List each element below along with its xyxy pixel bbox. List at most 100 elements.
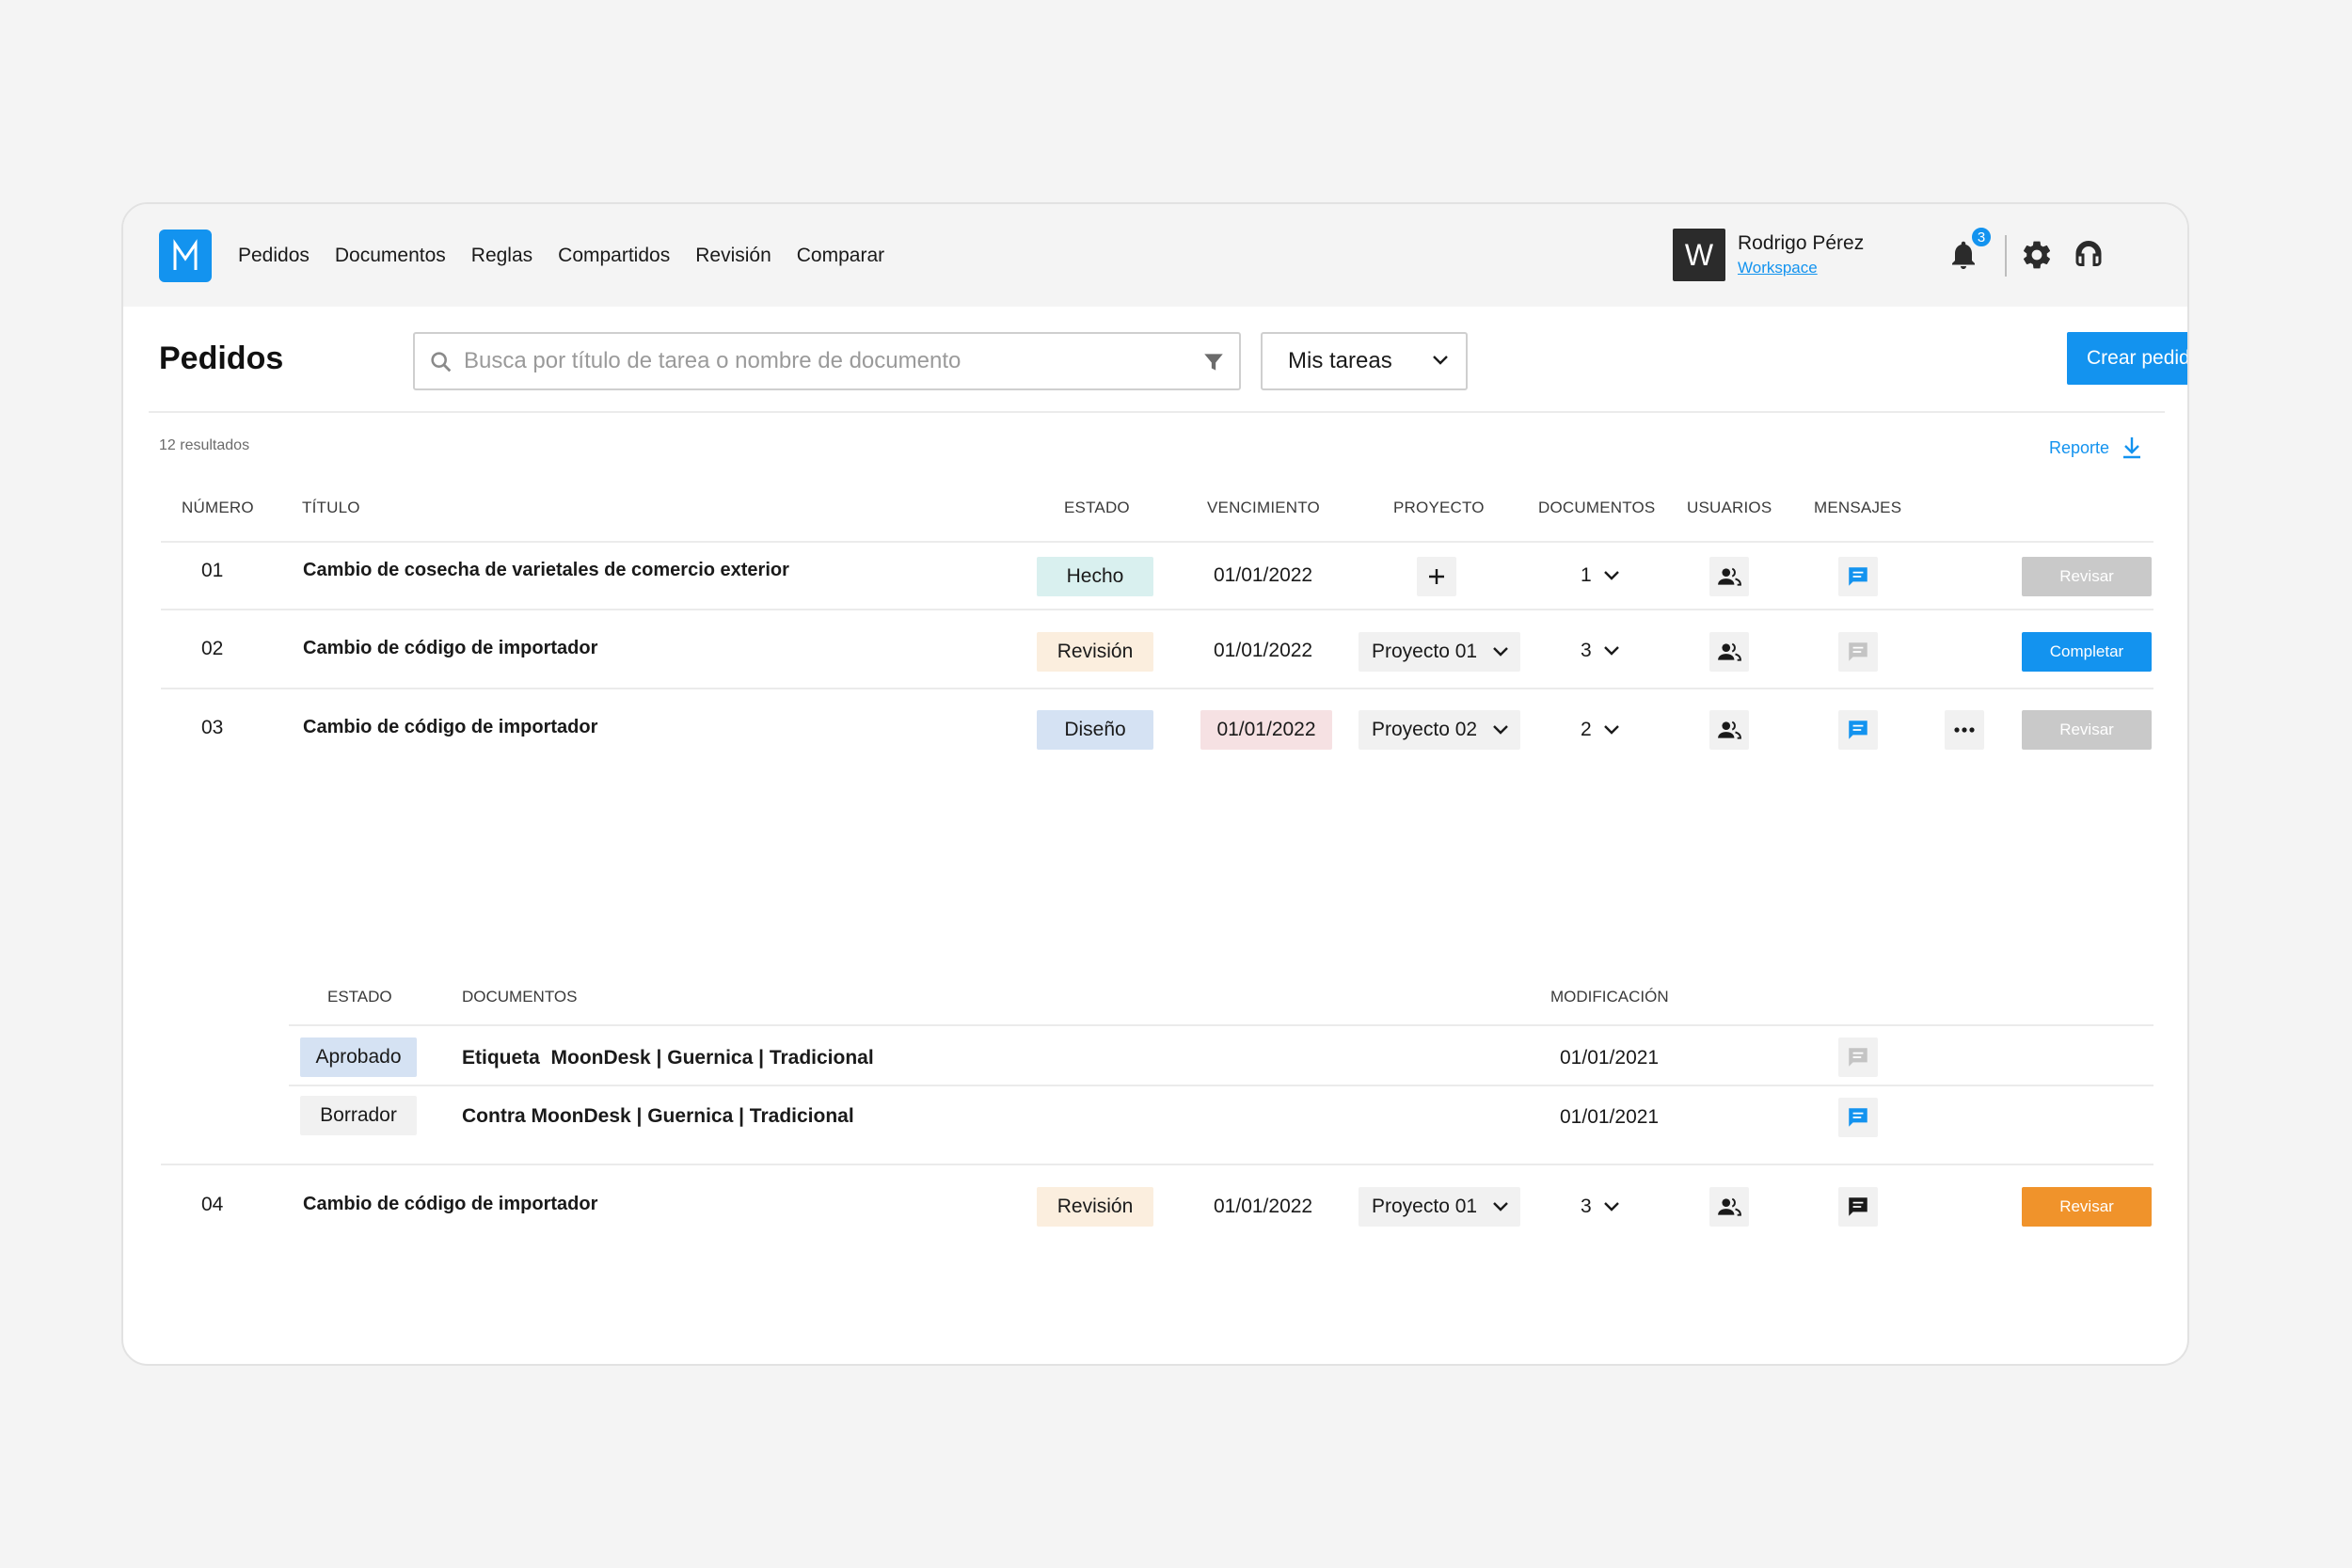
workspace-avatar[interactable]: W <box>1673 229 1725 281</box>
due-date: 01/01/2022 <box>1214 564 1313 586</box>
documents-count: 3 <box>1581 1196 1592 1217</box>
report-link[interactable]: Reporte <box>2049 436 2143 460</box>
status-badge: Revisión <box>1037 1187 1153 1227</box>
row-number: 01 <box>201 560 224 581</box>
document-name[interactable]: Etiqueta MoonDesk | Guernica | Tradicion… <box>462 1047 874 1069</box>
messages-button[interactable] <box>1838 1187 1878 1227</box>
document-status-badge: Aprobado <box>300 1037 417 1077</box>
sub-header-estado: ESTADO <box>327 988 392 1006</box>
review-button[interactable]: Revisar <box>2022 557 2152 596</box>
row-title[interactable]: Cambio de código de importador <box>303 638 597 659</box>
row-divider <box>161 688 2153 689</box>
document-messages-button[interactable] <box>1838 1037 1878 1077</box>
more-options-button[interactable] <box>1945 710 1984 750</box>
status-badge: Hecho <box>1037 557 1153 596</box>
chevron-down-icon <box>1493 1202 1508 1212</box>
headset-icon[interactable] <box>2072 238 2106 272</box>
app-window: Pedidos Documentos Reglas Compartidos Re… <box>121 202 2189 1366</box>
search-box <box>413 332 1241 390</box>
due-date-overdue: 01/01/2022 <box>1200 710 1332 750</box>
task-filter-select[interactable]: Mis tareas <box>1261 332 1468 390</box>
chat-icon <box>1849 567 1867 586</box>
top-bar: Pedidos Documentos Reglas Compartidos Re… <box>123 204 2187 307</box>
col-header-mensajes: MENSAJES <box>1814 499 1902 516</box>
add-project-button[interactable] <box>1417 557 1456 596</box>
project-value: Proyecto 01 <box>1372 1196 1478 1217</box>
create-order-button[interactable]: Crear pedido <box>2067 332 2189 385</box>
col-header-proyecto: PROYECTO <box>1393 499 1485 516</box>
chevron-down-icon <box>1603 646 1619 656</box>
search-icon <box>431 352 452 372</box>
download-icon <box>2123 437 2141 459</box>
document-status-badge: Borrador <box>300 1096 417 1135</box>
documents-dropdown[interactable]: 1 <box>1581 564 1620 587</box>
users-icon <box>1718 567 1741 586</box>
messages-button[interactable] <box>1838 710 1878 750</box>
user-name: Rodrigo Pérez <box>1738 232 1865 254</box>
chevron-down-icon <box>1493 725 1508 735</box>
documents-count: 3 <box>1581 640 1592 661</box>
row-number: 03 <box>201 717 224 738</box>
project-value: Proyecto 01 <box>1372 641 1478 662</box>
review-button[interactable]: Revisar <box>2022 710 2152 750</box>
sub-row-divider <box>289 1024 2153 1026</box>
documents-count: 2 <box>1581 719 1592 740</box>
chevron-down-icon <box>1603 1202 1619 1212</box>
documents-dropdown[interactable]: 3 <box>1581 640 1620 662</box>
nav-item-pedidos[interactable]: Pedidos <box>238 245 310 267</box>
users-icon <box>1718 721 1741 739</box>
due-date: 01/01/2022 <box>1214 640 1313 661</box>
messages-button[interactable] <box>1838 632 1878 672</box>
documents-dropdown[interactable]: 2 <box>1581 719 1620 741</box>
more-horizontal-icon <box>1954 727 1975 733</box>
users-button[interactable] <box>1709 1187 1749 1227</box>
project-select[interactable]: Proyecto 01 <box>1359 1187 1520 1227</box>
nav-item-comparar[interactable]: Comparar <box>797 245 884 267</box>
users-icon <box>1718 1197 1741 1216</box>
project-select[interactable]: Proyecto 01 <box>1359 632 1520 672</box>
users-button[interactable] <box>1709 557 1749 596</box>
col-header-documentos: DOCUMENTOS <box>1538 499 1656 516</box>
col-header-vencimiento: VENCIMIENTO <box>1207 499 1320 516</box>
report-label: Reporte <box>2049 437 2110 457</box>
users-button[interactable] <box>1709 710 1749 750</box>
logo-m-icon <box>173 239 198 270</box>
filter-icon[interactable] <box>1201 350 1226 374</box>
review-button[interactable]: Revisar <box>2022 1187 2152 1227</box>
gear-icon[interactable] <box>2020 238 2054 272</box>
chat-icon <box>1849 1108 1867 1127</box>
row-title[interactable]: Cambio de cosecha de varietales de comer… <box>303 560 789 581</box>
row-title[interactable]: Cambio de código de importador <box>303 1194 597 1215</box>
messages-button[interactable] <box>1838 557 1878 596</box>
document-name[interactable]: Contra MoonDesk | Guernica | Tradicional <box>462 1105 854 1128</box>
chat-icon <box>1849 642 1867 661</box>
header-divider <box>149 411 2165 413</box>
document-modified: 01/01/2021 <box>1560 1047 1660 1069</box>
complete-button[interactable]: Completar <box>2022 632 2152 672</box>
search-input[interactable] <box>464 334 1179 388</box>
project-select[interactable]: Proyecto 02 <box>1359 710 1520 750</box>
row-number: 02 <box>201 638 224 659</box>
task-filter-value: Mis tareas <box>1288 348 1392 373</box>
chevron-down-icon <box>1603 571 1619 580</box>
sub-header-modificacion: MODIFICACIÓN <box>1550 988 1669 1006</box>
col-header-estado: ESTADO <box>1064 499 1130 516</box>
chevron-down-icon <box>1603 725 1619 735</box>
chat-icon <box>1849 1197 1867 1216</box>
documents-count: 1 <box>1581 564 1592 586</box>
nav-item-compartidos[interactable]: Compartidos <box>558 245 670 267</box>
workspace-link[interactable]: Workspace <box>1738 259 1818 277</box>
page-title: Pedidos <box>159 341 284 376</box>
due-date: 01/01/2022 <box>1214 1196 1313 1217</box>
users-button[interactable] <box>1709 632 1749 672</box>
nav-item-documentos[interactable]: Documentos <box>335 245 446 267</box>
row-title[interactable]: Cambio de código de importador <box>303 717 597 738</box>
project-value: Proyecto 02 <box>1372 719 1478 740</box>
app-logo[interactable] <box>159 230 212 282</box>
nav-item-reglas[interactable]: Reglas <box>471 245 532 267</box>
documents-dropdown[interactable]: 3 <box>1581 1196 1620 1218</box>
create-order-label: Crear pedido <box>2087 347 2189 369</box>
status-badge: Revisión <box>1037 632 1153 672</box>
document-messages-button[interactable] <box>1838 1098 1878 1137</box>
nav-item-revision[interactable]: Revisión <box>695 245 771 267</box>
